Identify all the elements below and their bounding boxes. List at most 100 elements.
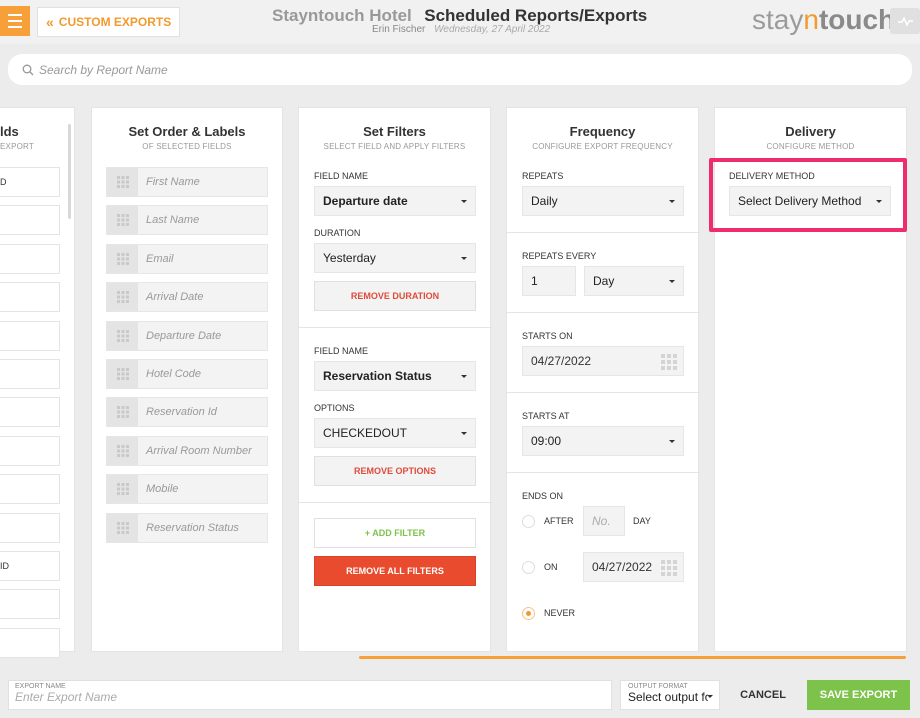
field-checkbox-row[interactable]: ID (0, 551, 60, 581)
order-field-row[interactable]: Arrival Date (106, 282, 268, 313)
order-field-row[interactable]: Arrival Room Number (106, 435, 268, 466)
duration-select[interactable]: Yesterday (314, 243, 476, 273)
calendar-icon (661, 560, 677, 576)
field-name-label-2: FIELD NAME (314, 346, 369, 356)
double-chevron-left-icon: « (46, 14, 54, 30)
export-name-label: EXPORT NAME (15, 683, 66, 690)
occurrences-input[interactable]: No. (583, 506, 625, 536)
back-to-custom-exports-button[interactable]: « CUSTOM EXPORTS (37, 7, 180, 37)
stayntouch-logo: stayntouch (752, 4, 896, 35)
drag-handle-icon[interactable] (107, 283, 138, 312)
export-name-input[interactable]: Enter Export Name (15, 690, 605, 704)
output-format-value: Select output format (628, 690, 708, 704)
hotel-name: Stayntouch Hotel (272, 6, 412, 25)
ends-on-date-input[interactable]: 04/27/2022 (583, 552, 684, 582)
filter-field-select-1[interactable]: Departure date (314, 186, 476, 216)
drag-handle-icon[interactable] (107, 398, 138, 427)
starts-at-label: STARTS AT (522, 411, 570, 421)
divider (299, 502, 492, 503)
field-name-label: FIELD NAME (314, 171, 369, 181)
after-label: AFTER (544, 516, 574, 526)
remove-all-filters-button[interactable]: REMOVE ALL FILTERS (314, 556, 476, 586)
starts-at-select[interactable]: 09:00 (522, 426, 684, 456)
page-title: Scheduled Reports/Exports (424, 6, 648, 25)
field-checkbox-row[interactable] (0, 627, 60, 658)
order-field-row[interactable]: Reservation Status (106, 512, 268, 543)
ends-after-radio[interactable] (522, 515, 535, 528)
ends-never-radio[interactable] (522, 607, 535, 620)
user-name: Erin Fischer (372, 24, 426, 35)
order-column-title: Set Order & Labels (128, 124, 246, 139)
starts-on-date-input[interactable]: 04/27/2022 (522, 346, 684, 376)
field-checkbox-row[interactable] (0, 243, 60, 274)
repeats-every-unit-select[interactable]: Day (584, 266, 684, 296)
report-search-input[interactable]: Search by Report Name (8, 54, 912, 85)
order-field-row[interactable]: Mobile (106, 474, 268, 505)
order-field-row[interactable]: Departure Date (106, 320, 268, 351)
caret-down-icon (461, 200, 467, 203)
field-checkbox-row[interactable] (0, 320, 60, 351)
order-field-row[interactable]: First Name (106, 167, 268, 197)
options-select[interactable]: CHECKEDOUT (314, 418, 476, 448)
order-field-row[interactable]: Email (106, 243, 268, 274)
business-date: Wednesday, 27 April 2022 (434, 24, 551, 35)
drag-handle-icon[interactable] (107, 168, 138, 196)
hamburger-icon[interactable] (0, 6, 30, 36)
field-checkbox-row[interactable]: D (0, 167, 60, 197)
calendar-icon (661, 354, 677, 370)
fields-scrollbar[interactable] (68, 124, 71, 219)
field-checkbox-row[interactable] (0, 589, 60, 620)
drag-handle-icon[interactable] (107, 206, 138, 235)
on-label: ON (544, 562, 558, 572)
export-name-field[interactable]: EXPORT NAME Enter Export Name (8, 680, 612, 710)
repeats-every-number-input[interactable]: 1 (522, 266, 576, 296)
remove-options-button[interactable]: REMOVE OPTIONS (314, 456, 476, 486)
field-checkbox-row[interactable] (0, 359, 60, 389)
back-button-label: CUSTOM EXPORTS (58, 15, 172, 29)
drag-handle-icon[interactable] (107, 513, 138, 542)
caret-down-icon (669, 440, 675, 443)
drag-handle-icon[interactable] (107, 321, 138, 350)
delivery-method-highlight (709, 158, 907, 232)
caret-down-icon (707, 695, 713, 698)
order-field-label: Mobile (146, 483, 179, 496)
caret-down-icon (461, 375, 467, 378)
field-checkbox-row[interactable] (0, 397, 60, 428)
save-export-button[interactable]: SAVE EXPORT (807, 680, 910, 710)
options-label: OPTIONS (314, 403, 355, 413)
caret-down-icon (461, 257, 467, 260)
fields-column-subtitle: EXPORT (0, 142, 34, 151)
drag-handle-icon[interactable] (107, 436, 138, 465)
field-checkbox-row[interactable] (0, 435, 60, 466)
field-checkbox-row[interactable] (0, 512, 60, 543)
caret-down-icon (669, 280, 675, 283)
drag-handle-icon[interactable] (107, 475, 138, 504)
cancel-button[interactable]: CANCEL (735, 680, 791, 710)
frequency-column-subtitle: CONFIGURE EXPORT FREQUENCY (532, 142, 673, 151)
header-subtitle: Erin Fischer Wednesday, 27 April 2022 (372, 24, 550, 35)
remove-duration-button[interactable]: REMOVE DURATION (314, 281, 476, 311)
drag-handle-icon[interactable] (107, 360, 138, 388)
order-field-row[interactable]: Hotel Code (106, 359, 268, 389)
filter-field-select-2[interactable]: Reservation Status (314, 361, 476, 391)
activity-pulse-icon[interactable] (890, 8, 920, 34)
starts-on-label: STARTS ON (522, 331, 573, 341)
ends-on-radio[interactable] (522, 561, 535, 574)
search-placeholder: Search by Report Name (39, 62, 168, 77)
select-fields-column: lds EXPORT D ID (0, 107, 75, 658)
field-checkbox-row[interactable] (0, 282, 60, 313)
output-format-select[interactable]: OUTPUT FORMAT Select output format (620, 680, 720, 710)
field-checkbox-row[interactable] (0, 474, 60, 505)
order-field-label: Arrival Date (146, 291, 204, 304)
drag-handle-icon[interactable] (107, 244, 138, 273)
repeats-select[interactable]: Daily (522, 186, 684, 216)
bottom-action-bar: EXPORT NAME Enter Export Name OUTPUT FOR… (0, 668, 920, 718)
field-checkbox-row[interactable] (0, 205, 60, 236)
order-field-row[interactable]: Reservation Id (106, 397, 268, 428)
order-field-label: Arrival Room Number (146, 444, 252, 457)
add-filter-button[interactable]: + ADD FILTER (314, 518, 476, 548)
caret-down-icon (669, 200, 675, 203)
frequency-column-title: Frequency (569, 124, 636, 139)
order-field-row[interactable]: Last Name (106, 205, 268, 236)
horizontal-scroll-indicator[interactable] (359, 656, 906, 659)
